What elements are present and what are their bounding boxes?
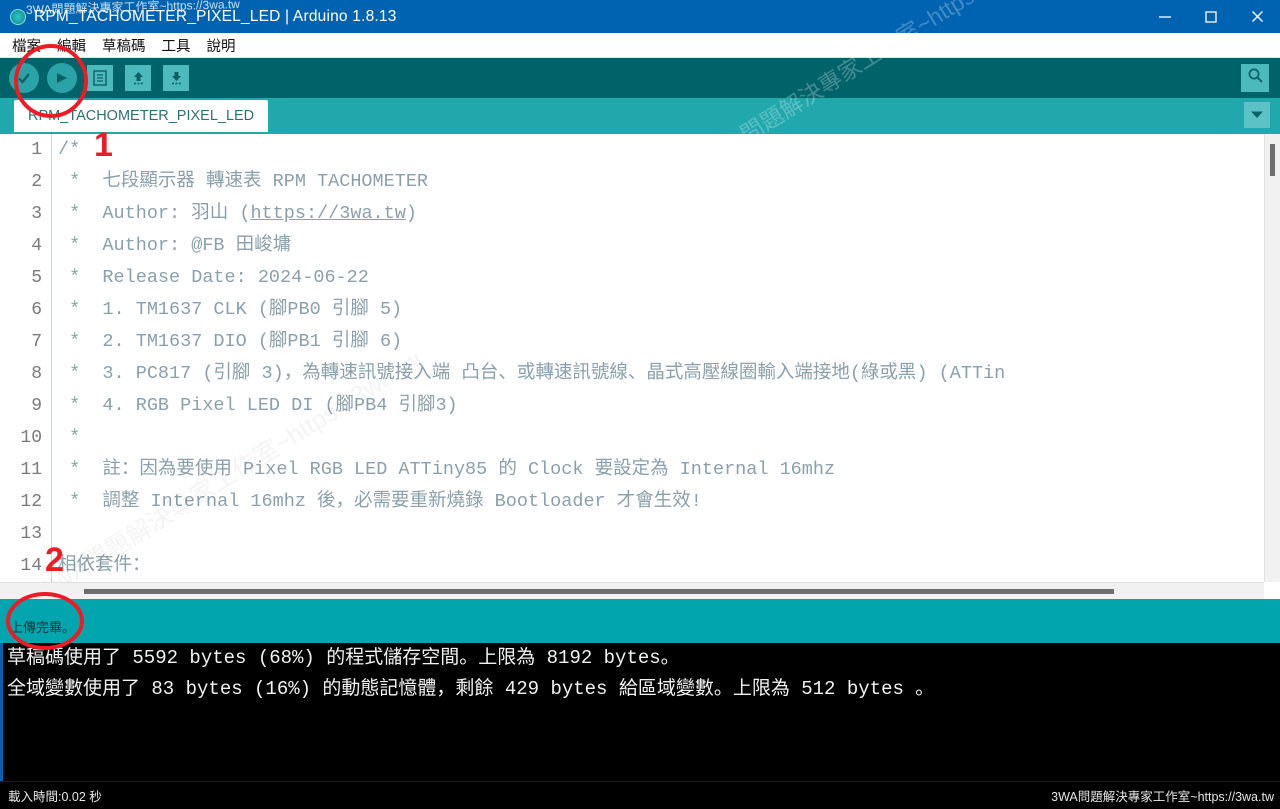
code-line-row: 9 * 4. RGB Pixel LED DI (腳PB4 引腳3)	[0, 390, 1264, 422]
minimize-button[interactable]	[1142, 0, 1188, 33]
console-output[interactable]: 草稿碼使用了 5592 bytes (68%) 的程式儲存空間。上限為 8192…	[0, 643, 1280, 781]
line-number: 11	[0, 454, 52, 486]
menu-item-edit[interactable]: 編輯	[49, 35, 94, 56]
upload-button[interactable]	[46, 63, 78, 93]
line-text: * Release Date: 2024-06-22	[52, 262, 369, 294]
arduino-ide-window: RPM_TACHOMETER_PIXEL_LED | Arduino 1.8.1…	[0, 0, 1280, 809]
status-strip: 上傳完畢。	[0, 599, 1280, 643]
verify-button[interactable]	[8, 63, 40, 93]
horizontal-scrollbar-thumb[interactable]	[84, 589, 1114, 594]
line-number: 3	[0, 198, 52, 230]
close-button[interactable]	[1234, 0, 1280, 33]
maximize-button[interactable]	[1188, 0, 1234, 33]
author-url-link[interactable]: https://3wa.tw	[250, 203, 405, 224]
line-number: 10	[0, 422, 52, 454]
code-line-row: 14 相依套件：	[0, 550, 1264, 582]
line-text: * Author: @FB 田峻墉	[52, 230, 291, 262]
line-text: * 1. TM1637 CLK (腳PB0 引腳 5)	[52, 294, 402, 326]
menu-bar: 檔案 編輯 草稿碼 工具 說明	[0, 33, 1280, 58]
toolbar	[0, 58, 1280, 98]
line-text: *	[52, 422, 80, 454]
line-text: * Author: 羽山 (https://3wa.tw)	[52, 198, 417, 230]
line-number: 4	[0, 230, 52, 262]
line-text: /*	[52, 134, 80, 166]
line-text: * 4. RGB Pixel LED DI (腳PB4 引腳3)	[52, 390, 458, 422]
open-sketch-button[interactable]	[122, 63, 154, 93]
line-number: 5	[0, 262, 52, 294]
line-number: 8	[0, 358, 52, 390]
open-folder-up-arrow-icon	[125, 65, 151, 91]
line-number: 14	[0, 550, 52, 582]
load-time-label: 載入時間:0.02 秒	[0, 786, 102, 805]
code-line-row: 6 * 1. TM1637 CLK (腳PB0 引腳 5)	[0, 294, 1264, 326]
code-line-row: 1 /*	[0, 134, 1264, 166]
tab-dropdown-button[interactable]	[1244, 102, 1270, 128]
window-title: RPM_TACHOMETER_PIXEL_LED | Arduino 1.8.1…	[34, 8, 397, 26]
bottom-watermark: 3WA問題解決專家工作室~https://3wa.tw	[1051, 786, 1280, 805]
code-line-row: 4 * Author: @FB 田峻墉	[0, 230, 1264, 262]
line-text: * 註：因為要使用 Pixel RGB LED ATTiny85 的 Clock…	[52, 454, 835, 486]
code-line-row: 2 * 七段顯示器 轉速表 RPM TACHOMETER	[0, 166, 1264, 198]
serial-monitor-button[interactable]	[1241, 64, 1269, 92]
new-sketch-button[interactable]	[84, 63, 116, 93]
toolbar-buttons	[0, 63, 192, 93]
menu-item-tools[interactable]: 工具	[154, 35, 199, 56]
tab-rpm-tachometer-pixel-led[interactable]: RPM_TACHOMETER_PIXEL_LED	[14, 100, 268, 132]
chevron-down-icon	[1250, 106, 1264, 124]
line-text-tail: )	[406, 203, 417, 224]
code-line-row: 12 * 調整 Internal 16mhz 後，必需要重新燒錄 Bootloa…	[0, 486, 1264, 518]
code-line-row: 8 * 3. PC817 (引腳 3)，為轉速訊號接入端 凸台、或轉速訊號線、晶…	[0, 358, 1264, 390]
new-file-icon	[87, 65, 113, 91]
status-message: 上傳完畢。	[10, 617, 75, 636]
line-text: * 七段顯示器 轉速表 RPM TACHOMETER	[52, 166, 428, 198]
line-text: * 3. PC817 (引腳 3)，為轉速訊號接入端 凸台、或轉速訊號線、晶式高…	[52, 358, 1005, 390]
menu-item-file[interactable]: 檔案	[4, 35, 49, 56]
title-bar: RPM_TACHOMETER_PIXEL_LED | Arduino 1.8.1…	[0, 0, 1280, 33]
save-sketch-button[interactable]	[160, 63, 192, 93]
console-line: 草稿碼使用了 5592 bytes (68%) 的程式儲存空間。上限為 8192…	[0, 643, 1280, 674]
line-number: 1	[0, 134, 52, 166]
tab-label: RPM_TACHOMETER_PIXEL_LED	[28, 108, 254, 124]
line-number: 7	[0, 326, 52, 358]
arduino-logo-icon	[10, 9, 26, 25]
menu-item-sketch[interactable]: 草稿碼	[94, 35, 154, 56]
code-lines: 1 /* 2 * 七段顯示器 轉速表 RPM TACHOMETER 3 * Au…	[0, 134, 1264, 587]
verify-icon	[9, 63, 39, 93]
code-line-row: 13	[0, 518, 1264, 550]
save-down-arrow-icon	[163, 65, 189, 91]
line-text-plain: * Author: 羽山 (	[58, 203, 250, 224]
menu-item-help[interactable]: 說明	[199, 35, 244, 56]
code-editor[interactable]: 1 /* 2 * 七段顯示器 轉速表 RPM TACHOMETER 3 * Au…	[0, 134, 1280, 599]
line-number: 2	[0, 166, 52, 198]
code-line-row: 11 * 註：因為要使用 Pixel RGB LED ATTiny85 的 Cl…	[0, 454, 1264, 486]
magnifier-icon	[1247, 67, 1264, 89]
code-line-row: 10 *	[0, 422, 1264, 454]
console-line: 全域變數使用了 83 bytes (16%) 的動態記憶體，剩餘 429 byt…	[0, 674, 1280, 705]
line-number: 12	[0, 486, 52, 518]
bottom-status-bar: 載入時間:0.02 秒 3WA問題解決專家工作室~https://3wa.tw	[0, 781, 1280, 809]
upload-arrow-icon	[47, 63, 77, 93]
line-number: 6	[0, 294, 52, 326]
code-line-row: 7 * 2. TM1637 DIO (腳PB1 引腳 6)	[0, 326, 1264, 358]
window-controls	[1142, 0, 1280, 33]
vertical-scrollbar-thumb[interactable]	[1270, 144, 1275, 176]
code-line-row: 3 * Author: 羽山 (https://3wa.tw)	[0, 198, 1264, 230]
line-number: 9	[0, 390, 52, 422]
code-line-row: 5 * Release Date: 2024-06-22	[0, 262, 1264, 294]
editor-vertical-scrollbar[interactable]	[1264, 134, 1280, 582]
line-text: * 2. TM1637 DIO (腳PB1 引腳 6)	[52, 326, 402, 358]
line-number: 13	[0, 518, 52, 550]
line-text: 相依套件：	[52, 550, 151, 582]
line-text: * 調整 Internal 16mhz 後，必需要重新燒錄 Bootloader…	[52, 486, 702, 518]
tab-bar: RPM_TACHOMETER_PIXEL_LED 3WA問題解決專家工作室~ht…	[0, 98, 1280, 134]
editor-horizontal-scrollbar[interactable]	[0, 582, 1264, 599]
